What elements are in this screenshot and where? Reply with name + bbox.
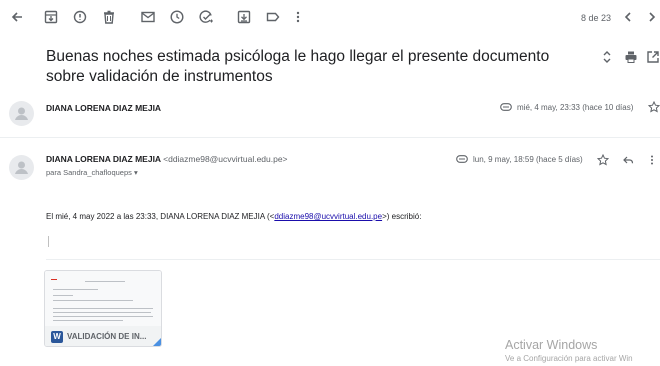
divider [0,137,660,138]
email-subject: Buenas noches estimada psicóloga le hago… [46,48,550,85]
delete-icon[interactable] [101,9,117,25]
avatar [9,155,34,180]
more-vert-icon[interactable] [646,154,658,166]
quote-suffix: >) escribió: [382,212,422,221]
more-vert-icon[interactable] [290,9,306,25]
sender-name[interactable]: DIANA LORENA DIAZ MEJIA [46,154,161,164]
sender-email: <ddiazme98@ucvvirtual.edu.pe> [163,154,288,164]
avatar [9,101,34,126]
sender-email-link[interactable]: ddiazme98@ucvvirtual.edu.pe [274,212,382,221]
message-counter: 8 de 23 [581,13,612,23]
attachment-name: VALIDACIÓN DE IN... [67,332,147,341]
back-arrow-icon[interactable] [9,9,25,25]
message-date: mié, 4 may, 23:33 (hace 10 días) [517,103,634,112]
attachment-preview [45,271,161,326]
divider [46,259,660,260]
open-new-window-icon[interactable] [646,50,660,64]
word-doc-icon: W [51,331,63,343]
snooze-icon[interactable] [169,9,185,25]
report-spam-icon[interactable] [72,9,88,25]
print-icon[interactable] [624,50,638,64]
attachment-clip-icon [500,103,512,111]
label-icon[interactable] [265,9,281,25]
archive-icon[interactable] [43,9,59,25]
reply-icon[interactable] [622,154,634,166]
activation-watermark-subtitle: Ve a Configuración para activar Win [505,354,633,363]
star-icon[interactable] [648,101,660,113]
quoted-header: El mié, 4 may 2022 a las 23:33, DIANA LO… [46,212,421,221]
toolbar: 8 de 23 [0,0,660,36]
quote-bar [48,236,49,247]
star-icon[interactable] [597,154,609,166]
chevron-right-icon[interactable] [644,9,660,25]
attachment-corner [151,336,161,346]
chevron-left-icon[interactable] [620,9,636,25]
sender-name[interactable]: DIANA LORENA DIAZ MEJIA [46,103,161,113]
add-to-tasks-icon[interactable] [198,9,214,25]
sender-line[interactable]: DIANA LORENA DIAZ MEJIA <ddiazme98@ucvvi… [46,154,288,164]
move-to-icon[interactable] [236,9,252,25]
attachment-footer: W VALIDACIÓN DE IN... [45,326,161,346]
activation-watermark-title: Activar Windows [505,338,598,352]
attachment-card[interactable]: W VALIDACIÓN DE IN... [44,270,162,347]
attachment-clip-icon [456,155,468,163]
quote-prefix: El mié, 4 may 2022 a las 23:33, DIANA LO… [46,212,275,221]
recipient-details[interactable]: para Sandra_chafloqueps ▾ [46,168,138,177]
mark-unread-icon[interactable] [140,9,156,25]
expand-all-icon[interactable] [600,50,614,64]
message-date: lun, 9 may, 18:59 (hace 5 días) [473,155,583,164]
